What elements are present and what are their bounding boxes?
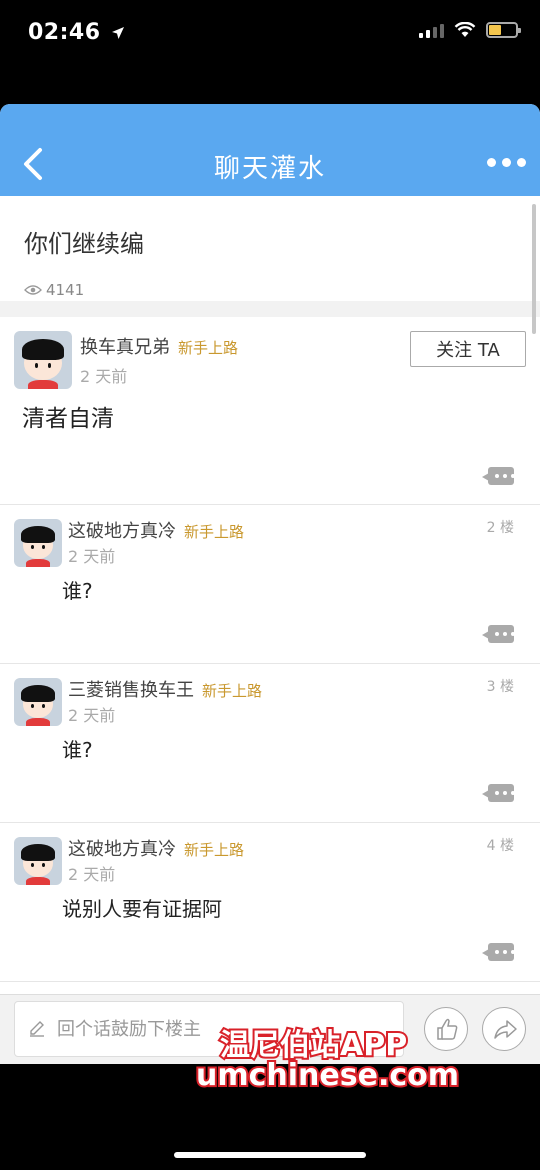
status-time: 02:46	[28, 20, 125, 45]
floor-number: 2 楼	[486, 520, 514, 536]
comment-icon[interactable]	[482, 943, 515, 961]
share-icon	[494, 1020, 517, 1039]
post-content: 清者自清	[22, 406, 114, 432]
topic-title: 你们继续编	[24, 230, 144, 258]
pencil-icon	[30, 1021, 44, 1037]
post-time: 2 天前	[68, 547, 116, 566]
floor-number: 4 楼	[486, 838, 514, 854]
thumbs-up-icon	[437, 1018, 458, 1040]
status-bar: 02:46	[0, 0, 540, 64]
battery-icon	[486, 22, 521, 38]
post-time: 2 天前	[68, 706, 116, 725]
view-count-value: 4141	[46, 281, 85, 299]
reply-post: 这破地方真冷 新手上路 2 天前 4 楼 说别人要有证据阿	[0, 823, 540, 982]
share-button[interactable]	[482, 1007, 526, 1051]
author-name[interactable]: 这破地方真冷 新手上路	[68, 835, 244, 861]
user-level-badge: 新手上路	[184, 523, 245, 541]
nav-title: 聊天灌水	[213, 154, 326, 184]
status-indicators	[419, 22, 521, 38]
follow-button[interactable]: 关注 TA	[410, 331, 526, 367]
author-name[interactable]: 这破地方真冷 新手上路	[68, 517, 244, 543]
comment-icon[interactable]	[482, 467, 515, 485]
reply-post: 这破地方真冷 新手上路 2 天前 2 楼 谁?	[0, 505, 540, 664]
user-level-badge: 新手上路	[184, 841, 245, 859]
comment-icon[interactable]	[482, 784, 515, 802]
floor-number: 3 楼	[486, 679, 514, 695]
main-post: 换车真兄弟 新手上路 2 天前 关注 TA 清者自清	[0, 317, 540, 505]
post-time: 2 天前	[80, 367, 128, 386]
author-name[interactable]: 三菱销售换车王 新手上路	[68, 676, 262, 702]
reply-post: 三菱销售换车王 新手上路 2 天前 3 楼 谁?	[0, 664, 540, 823]
user-level-badge: 新手上路	[202, 682, 263, 700]
topic-sheet: 聊天灌水 你们继续编 4141 换车真兄弟 新手上路 2 天前 关注 TA 清者自…	[0, 104, 540, 1064]
avatar[interactable]	[14, 331, 72, 389]
topic-header: 你们继续编 4141	[0, 196, 540, 301]
watermark-line-2: umchinese.com	[194, 1056, 461, 1095]
cellular-signal-icon	[419, 22, 444, 38]
post-time: 2 天前	[68, 865, 116, 884]
section-divider	[0, 301, 540, 317]
view-count: 4141	[24, 281, 516, 299]
like-button[interactable]	[424, 1007, 468, 1051]
user-level-badge: 新手上路	[178, 339, 239, 357]
reply-content: 说别人要有证据阿	[62, 897, 222, 921]
more-icon[interactable]	[487, 158, 526, 167]
eye-icon	[24, 285, 42, 295]
author-name[interactable]: 换车真兄弟 新手上路	[80, 333, 238, 359]
wifi-icon	[454, 22, 476, 37]
avatar[interactable]	[14, 519, 62, 567]
reply-content: 谁?	[62, 738, 93, 762]
home-indicator[interactable]	[174, 1152, 366, 1158]
nav-bar: 聊天灌水	[0, 104, 540, 196]
avatar[interactable]	[14, 837, 62, 885]
scrollbar[interactable]	[532, 204, 536, 334]
location-arrow-icon	[111, 27, 124, 39]
avatar[interactable]	[14, 678, 62, 726]
reply-content: 谁?	[62, 579, 93, 603]
comment-icon[interactable]	[482, 625, 515, 643]
